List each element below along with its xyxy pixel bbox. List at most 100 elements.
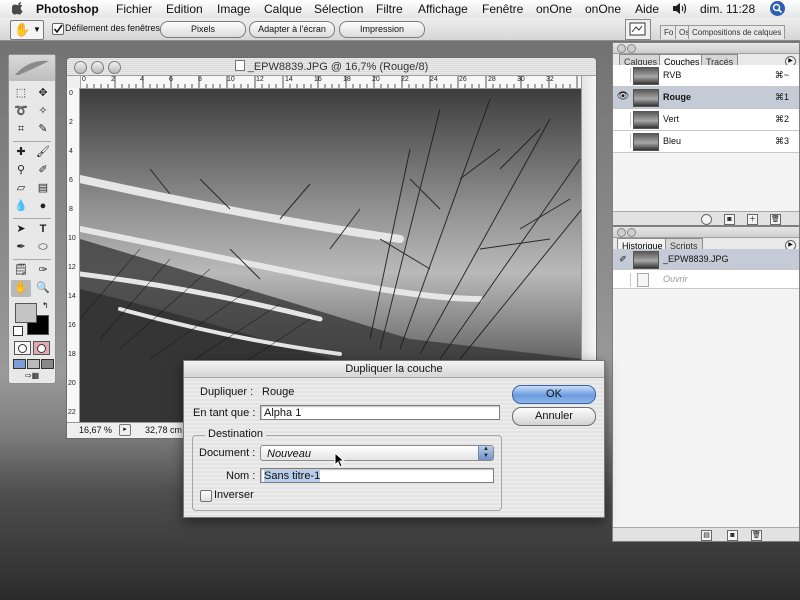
standard-screen-mode-icon[interactable] (13, 359, 26, 369)
marquee-tool-icon[interactable]: ⬚ (11, 85, 31, 102)
spotlight-icon[interactable] (770, 1, 785, 16)
tool-preset-picker[interactable]: ✋ ▼ (10, 20, 44, 40)
clone-stamp-tool-icon[interactable]: ⚲ (11, 162, 31, 179)
palette-well-icon[interactable] (625, 19, 651, 40)
gradient-tool-icon[interactable]: ▤ (33, 180, 53, 197)
quick-mask-mode-icon[interactable] (33, 341, 50, 355)
healing-brush-tool-icon[interactable]: ✚ (11, 144, 31, 161)
load-selection-icon[interactable] (701, 214, 712, 225)
document-proxy-icon[interactable] (234, 60, 245, 71)
ok-button[interactable]: OK (512, 385, 596, 404)
close-palette-icon[interactable] (617, 44, 626, 53)
notes-tool-icon[interactable]: 🗒 (11, 262, 31, 279)
apple-menu-icon[interactable] (12, 1, 24, 15)
history-snapshot-row[interactable]: ✐ _EPW8839.JPG (613, 249, 799, 270)
channel-name-input[interactable]: Alpha 1 (260, 405, 500, 420)
history-state-row[interactable]: Ouvrir (613, 270, 799, 289)
jump-to-imageready-icon[interactable]: ⇨▦ (14, 371, 50, 381)
move-tool-icon[interactable]: ✥ (33, 85, 53, 102)
status-menu-icon[interactable]: ▸ (119, 424, 131, 436)
channel-shortcut: ⌘3 (774, 136, 789, 146)
menu-selection[interactable]: Sélection (314, 2, 363, 16)
save-selection-icon[interactable]: ◙ (724, 214, 735, 225)
foreground-color-swatch-front[interactable] (15, 303, 37, 323)
default-colors-icon[interactable] (13, 326, 23, 336)
zoom-tool-icon[interactable]: 🔍 (33, 280, 53, 297)
history-palette-titlebar[interactable] (613, 227, 799, 238)
type-tool-icon[interactable]: T (33, 221, 53, 238)
channel-row-rouge[interactable]: 👁 Rouge ⌘1 (613, 87, 799, 109)
menu-clock[interactable]: dim. 11:28 (700, 2, 755, 16)
destination-label: Destination (205, 428, 267, 440)
document-titlebar[interactable]: _EPW8839.JPG @ 16,7% (Rouge/8) (67, 58, 596, 76)
magic-wand-tool-icon[interactable]: ✧ (33, 103, 53, 120)
cancel-button[interactable]: Annuler (512, 407, 596, 426)
brush-tool-icon[interactable]: 🖌 (33, 144, 53, 161)
scroll-all-checkbox[interactable] (52, 23, 64, 35)
lasso-tool-icon[interactable]: ➰ (11, 103, 31, 120)
slice-tool-icon[interactable]: ✎ (33, 121, 53, 138)
visibility-toggle-icon[interactable] (616, 134, 631, 148)
fit-screen-button[interactable]: Adapter à l'écran (249, 21, 335, 38)
invert-checkbox[interactable] (200, 490, 212, 502)
duplicate-channel-dialog: Dupliquer la couche Dupliquer : Rouge En… (183, 360, 605, 518)
eraser-tool-icon[interactable]: ▱ (11, 180, 31, 197)
toolbox-header[interactable] (9, 55, 55, 81)
well-tab-compositions[interactable]: Compositions de calques (688, 25, 786, 39)
menu-affichage[interactable]: Affichage (418, 2, 468, 16)
hand-tool-icon[interactable]: ✋ (11, 280, 31, 297)
channel-row-bleu[interactable]: Bleu ⌘3 (613, 131, 799, 153)
document-title-wrap: _EPW8839.JPG @ 16,7% (Rouge/8) (67, 60, 596, 73)
visibility-toggle-icon[interactable] (616, 112, 631, 126)
pen-tool-icon[interactable]: ✒ (11, 239, 31, 256)
menu-fenetre[interactable]: Fenêtre (482, 2, 523, 16)
channels-palette-titlebar[interactable] (613, 43, 799, 54)
menu-app-name[interactable]: Photoshop (36, 2, 99, 16)
standard-mode-icon[interactable] (14, 341, 31, 355)
collapse-palette-icon[interactable] (627, 44, 636, 53)
print-size-button[interactable]: Impression (339, 21, 425, 38)
menu-filtre[interactable]: Filtre (376, 2, 403, 16)
zoom-level[interactable]: 16,67 % (79, 425, 112, 435)
menu-image[interactable]: Image (217, 2, 250, 16)
eyedropper-tool-icon[interactable]: ✑ (33, 262, 53, 279)
pixels-button[interactable]: Pixels (160, 21, 246, 38)
new-snapshot-icon[interactable]: ◙ (727, 530, 738, 541)
new-document-name-input[interactable]: Sans titre-1 (260, 468, 494, 483)
new-channel-icon[interactable]: ＋ (747, 214, 758, 225)
trash-icon[interactable]: 🗑 (751, 530, 762, 541)
eye-icon[interactable]: 👁 (616, 90, 631, 104)
new-document-from-state-icon[interactable]: ▤ (701, 530, 712, 541)
menu-onone-1[interactable]: onOne (536, 2, 572, 16)
dropdown-arrow-icon: ▼ (33, 25, 41, 34)
channel-row-rvb[interactable]: RVB ⌘~ (613, 65, 799, 87)
swap-colors-icon[interactable]: ↰ (42, 301, 49, 310)
trash-icon[interactable]: 🗑 (770, 214, 781, 225)
menu-calque[interactable]: Calque (264, 2, 302, 16)
channels-footer: ◙ ＋ 🗑 (613, 211, 799, 225)
blur-tool-icon[interactable]: 💧 (11, 198, 31, 215)
shape-tool-icon[interactable]: ⬭ (33, 239, 53, 256)
channel-row-vert[interactable]: Vert ⌘2 (613, 109, 799, 131)
full-screen-menu-mode-icon[interactable] (27, 359, 40, 369)
full-screen-mode-icon[interactable] (41, 359, 54, 369)
volume-icon[interactable] (672, 2, 688, 15)
close-palette-icon[interactable] (617, 228, 626, 237)
menu-onone-2[interactable]: onOne (585, 2, 621, 16)
horizontal-ruler[interactable]: 0 2 4 6 8 10 12 14 16 18 20 22 24 26 28 … (80, 76, 582, 89)
ruler-v-label: 10 (68, 235, 76, 242)
document-select[interactable]: Nouveau ▲ ▼ (260, 445, 494, 461)
dodge-tool-icon[interactable]: ● (33, 198, 53, 215)
history-brush-source-icon[interactable]: ✐ (616, 252, 631, 266)
vertical-ruler[interactable]: 0 2 4 6 8 10 12 14 16 18 20 22 (67, 88, 80, 422)
menu-fichier[interactable]: Fichier (116, 2, 152, 16)
crop-tool-icon[interactable]: ⌗ (11, 121, 31, 138)
history-brush-tool-icon[interactable]: ✐ (33, 162, 53, 179)
collapse-palette-icon[interactable] (627, 228, 636, 237)
visibility-toggle-icon[interactable] (616, 68, 631, 82)
ruler-h-label: 16 (314, 76, 322, 83)
menu-edition[interactable]: Edition (166, 2, 203, 16)
menu-aide[interactable]: Aide (635, 2, 659, 16)
history-source-slot[interactable] (616, 273, 631, 287)
path-selection-tool-icon[interactable]: ➤ (11, 221, 31, 238)
